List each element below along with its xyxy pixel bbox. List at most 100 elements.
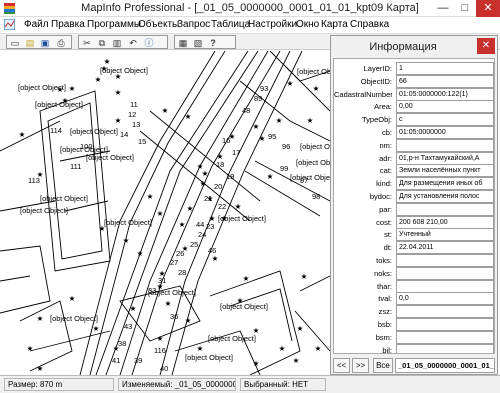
status-editable-layer[interactable]: Изменяемый: _01_05_0000000_0001 [118, 378, 236, 391]
info-field-value[interactable] [396, 279, 494, 293]
point-number-label: 13 [132, 120, 140, 129]
info-field-label: zsz: [378, 307, 392, 317]
map-canvas[interactable]: ★ ★ ★ ★ ★ ★ ★ ★ ★ ★ ★ ★ ★ ★ ★ ★ ★ ★ ★ ★ ★ ★ ★ ★ ★ ★ ★ ★ ★ ★ ★ ★ ★ ★ ★ ★ ★ ★ ★ ★… [0, 51, 330, 375]
undo-icon[interactable]: ↶ [127, 37, 139, 49]
minimize-button[interactable]: — [432, 0, 454, 17]
point-number-label: 20 [214, 182, 222, 191]
menu-objects[interactable]: Объекты [138, 19, 179, 30]
info-close-button[interactable]: ✕ [477, 38, 495, 54]
survey-point-star: ★ [243, 274, 250, 283]
survey-point-star: ★ [202, 169, 209, 178]
survey-point-star: ★ [301, 272, 308, 281]
info-field-value[interactable] [396, 254, 494, 267]
paste-icon[interactable]: ▥ [111, 37, 123, 49]
menu-query[interactable]: Запрос [177, 19, 210, 30]
survey-point-star: ★ [293, 356, 300, 365]
menu-edit[interactable]: Правка [51, 19, 85, 30]
point-number-label: 18 [216, 160, 224, 169]
info-field-label: tval: [378, 294, 392, 304]
info-field-value[interactable] [396, 343, 494, 353]
next-record-button[interactable]: >> [352, 358, 369, 373]
close-button[interactable]: ✕ [476, 0, 500, 17]
info-field-value[interactable]: Земли населённых пункт [396, 164, 494, 178]
info-field-value[interactable]: 01:05:0000000:122(1) [396, 87, 494, 101]
info-field-label: LayerID: [363, 64, 392, 73]
point-number-label: 24 [198, 230, 206, 239]
info-field-row: bil: [334, 343, 494, 353]
info-field-value[interactable]: c [396, 113, 494, 127]
survey-point-star: ★ [297, 324, 304, 333]
menu-bar: Файл Правка Программы Объекты Запрос Таб… [0, 17, 500, 33]
map-label: [object Object] [104, 218, 152, 227]
survey-point-star: ★ [200, 179, 207, 188]
survey-point-star: ★ [95, 75, 102, 84]
map-label: [object Object] [297, 67, 330, 76]
map-label: [object Object] [290, 173, 330, 182]
info-field-value[interactable]: Для размещения иных об [396, 177, 494, 191]
info-field-value[interactable]: 0,0 [396, 292, 494, 306]
info-field-value[interactable] [396, 138, 494, 152]
point-number-label: 40 [160, 364, 168, 373]
survey-point-star: ★ [267, 172, 274, 181]
info-field-value[interactable] [396, 266, 494, 280]
point-number-label: 48 [242, 106, 250, 115]
info-field-value[interactable] [396, 202, 494, 216]
menu-table[interactable]: Таблица [211, 19, 250, 30]
maximize-button[interactable]: □ [454, 0, 476, 17]
menu-file[interactable]: Файл [24, 19, 49, 30]
map-drawing[interactable]: ★ ★ ★ ★ ★ ★ ★ ★ ★ ★ ★ ★ ★ ★ ★ ★ ★ ★ ★ ★ ★ ★ ★ ★ ★ ★ ★ ★ ★ ★ ★ ★ ★ ★ ★ ★ ★ ★ ★ ★… [0, 51, 330, 375]
point-number-label: 28 [178, 268, 186, 277]
point-number-label: 43 [124, 322, 132, 331]
menu-programs[interactable]: Программы [87, 19, 141, 30]
point-number-label: 95 [268, 132, 276, 141]
new-doc-icon[interactable]: ▭ [9, 37, 21, 49]
map-window-icon[interactable] [4, 19, 15, 30]
info-field-value[interactable]: 01:05:0000000 [396, 126, 494, 139]
info-field-value[interactable]: 0,00 [396, 100, 494, 114]
survey-point-star: ★ [27, 344, 34, 353]
survey-point-star: ★ [315, 344, 322, 353]
help-icon[interactable]: ? [207, 37, 219, 49]
survey-point-star: ★ [179, 220, 186, 229]
menu-map[interactable]: Карта [321, 19, 348, 30]
save-icon[interactable]: ▣ [39, 37, 51, 49]
info-field-value[interactable]: Для установления полос [396, 190, 494, 203]
info-field-value[interactable]: 22.04.2011 [396, 241, 494, 255]
info-window-titlebar[interactable]: Информация ✕ [331, 36, 497, 57]
all-button[interactable]: Все [373, 358, 393, 373]
map-label: [object Object] [35, 100, 83, 109]
info-field-value[interactable] [396, 330, 494, 344]
info-tool-icon[interactable]: ⓘ [143, 37, 155, 49]
menu-settings[interactable]: Настройки [248, 19, 297, 30]
prev-record-button[interactable]: << [333, 358, 350, 373]
open-icon[interactable]: ▤ [24, 37, 36, 49]
menu-help[interactable]: Справка [350, 19, 389, 30]
info-field-label: dt: [383, 243, 392, 253]
point-number-label: 27 [170, 258, 178, 267]
point-number-label: 36 [170, 312, 178, 321]
copy-icon[interactable]: ⧉ [96, 37, 108, 49]
info-field-value[interactable]: 1 [396, 62, 494, 75]
table-icon[interactable]: ▦ [177, 37, 189, 49]
map-label: [object Object] [18, 83, 66, 92]
info-field-label: adr: [379, 153, 392, 163]
info-field-value[interactable] [396, 318, 494, 331]
cut-icon[interactable]: ✂ [81, 37, 93, 49]
point-number-label: 98 [312, 192, 320, 201]
info-field-value[interactable]: 01,р-н Тахтамукайский,А [396, 151, 494, 165]
map-label: [object Object] [20, 206, 68, 215]
survey-point-star: ★ [69, 84, 76, 93]
point-number-label: 16 [222, 136, 230, 145]
info-field-value[interactable]: Учтенный [396, 228, 494, 242]
point-number-label: 99 [280, 164, 288, 173]
info-field-value[interactable] [396, 305, 494, 319]
menu-window[interactable]: Окно [296, 19, 319, 30]
point-number-label: 97 [300, 176, 308, 185]
info-field-value[interactable]: 200 608 210,00 [396, 215, 494, 229]
info-field-value[interactable]: 66 [396, 74, 494, 88]
print-icon[interactable]: ⎙ [55, 37, 67, 49]
status-selected[interactable]: Выбранный: НЕТ [240, 378, 326, 391]
point-number-label: 31 [158, 276, 166, 285]
info-field-label: kind: [376, 179, 392, 189]
layer-icon[interactable]: ▧ [192, 37, 204, 49]
